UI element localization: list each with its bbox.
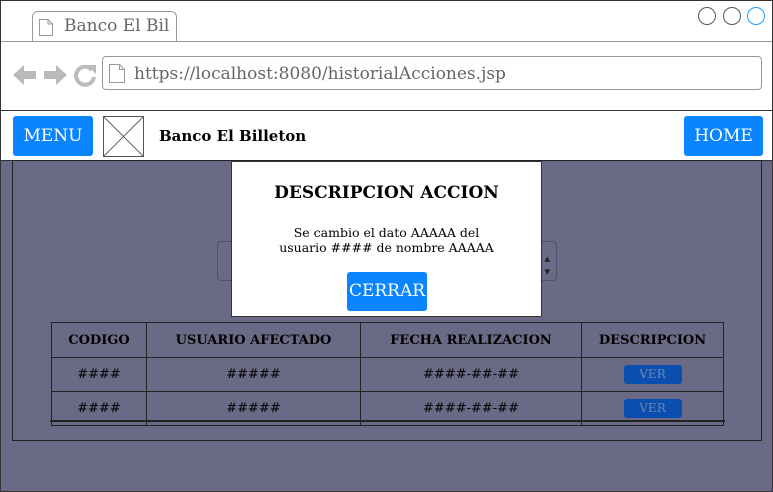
forward-arrow-icon[interactable]: [42, 63, 68, 87]
back-arrow-icon[interactable]: [12, 63, 38, 87]
cerrar-button[interactable]: CERRAR: [347, 272, 427, 311]
maximize-button[interactable]: [723, 7, 741, 25]
column-header-fecha: FECHA REALIZACION: [360, 322, 582, 358]
minimize-button[interactable]: [698, 7, 716, 25]
ver-button[interactable]: VER: [623, 399, 682, 418]
modal-title: DESCRIPCION ACCION: [274, 183, 499, 203]
page-icon: [39, 19, 53, 36]
url-text: https://localhost:8080/historialAcciones…: [134, 64, 506, 84]
column-header-codigo: CODIGO: [51, 322, 147, 358]
table-bottom-border: [50, 420, 725, 422]
close-window-button[interactable]: [747, 7, 765, 25]
ver-button[interactable]: VER: [623, 365, 682, 384]
menu-button[interactable]: MENU: [13, 116, 93, 156]
column-header-descripcion: DESCRIPCION: [581, 322, 724, 358]
tab-title: Banco El Bil: [64, 16, 170, 36]
select-arrow-icon: ▴ ▾: [544, 252, 550, 278]
page-icon: [109, 64, 125, 83]
table-row: #### ##### ####-##-## VER: [51, 357, 724, 392]
cell-codigo: ####: [51, 357, 147, 392]
history-table: CODIGO USUARIO AFECTADO FECHA REALIZACIO…: [51, 322, 724, 426]
url-bar[interactable]: https://localhost:8080/historialAcciones…: [102, 56, 762, 90]
column-header-usuario: USUARIO AFECTADO: [146, 322, 361, 358]
modal-description: Se cambio el dato AAAAA del usuario ####…: [252, 225, 521, 255]
modal-description-line2: usuario #### de nombre AAAAA: [279, 240, 494, 255]
tab-divider: [1, 41, 772, 42]
home-button[interactable]: HOME: [684, 116, 763, 156]
bank-name: Banco El Billeton: [159, 127, 307, 145]
cell-usuario: #####: [146, 357, 361, 392]
logo-placeholder-icon: [103, 116, 144, 157]
cell-fecha: ####-##-##: [360, 357, 582, 392]
cell-descripcion: VER: [581, 357, 724, 392]
browser-window: Banco El Bil https://localhost:8080/hist…: [0, 0, 773, 492]
browser-tab[interactable]: Banco El Bil: [32, 11, 177, 42]
reload-icon[interactable]: [73, 63, 97, 87]
table-header-row: CODIGO USUARIO AFECTADO FECHA REALIZACIO…: [51, 322, 724, 358]
chrome-divider: [1, 110, 772, 111]
modal-description-line1: Se cambio el dato AAAAA del: [293, 225, 480, 240]
description-modal: DESCRIPCION ACCION Se cambio el dato AAA…: [231, 161, 542, 317]
